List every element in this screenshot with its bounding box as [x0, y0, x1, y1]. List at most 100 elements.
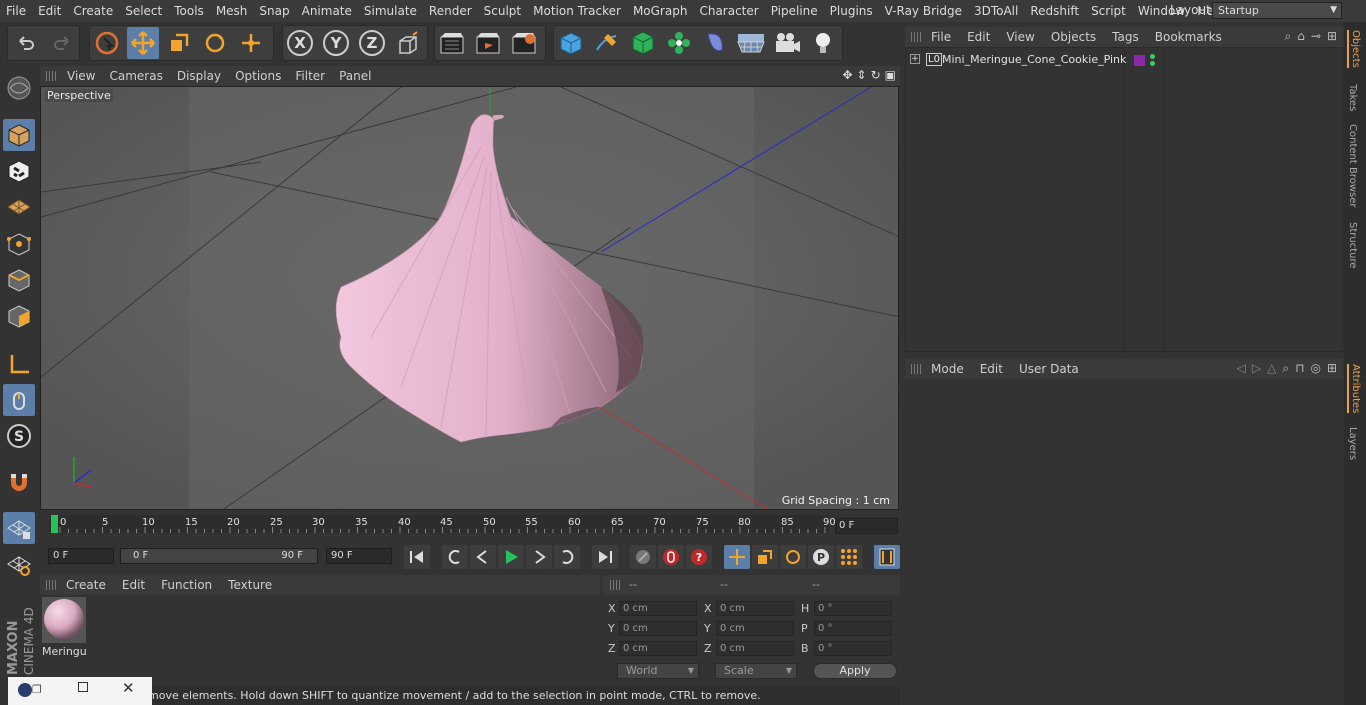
rotate-icon[interactable] — [199, 27, 231, 59]
scale-icon[interactable] — [163, 27, 195, 59]
key-parameter-icon[interactable]: P — [808, 545, 834, 569]
rot-h-field[interactable]: 0 ° — [814, 601, 892, 616]
attributes-menu-edit[interactable]: Edit — [972, 362, 1011, 376]
preview-range-slider[interactable]: 0 F 90 F — [120, 548, 318, 564]
object-row[interactable]: + L0 Mini_Meringue_Cone_Cookie_Pink — [910, 53, 1340, 69]
menu-snap[interactable]: Snap — [253, 0, 295, 22]
home-icon[interactable]: ⌂ — [1297, 29, 1305, 44]
key-scale-icon[interactable] — [752, 545, 778, 569]
key-position-icon[interactable] — [724, 545, 750, 569]
tab-structure[interactable]: Structure — [1347, 222, 1358, 269]
rot-p-field[interactable]: 0 ° — [814, 621, 892, 636]
search-icon[interactable]: ⌕ — [1282, 361, 1289, 376]
menu-script[interactable]: Script — [1085, 0, 1132, 22]
cube-icon[interactable] — [555, 27, 587, 59]
menu-sculpt[interactable]: Sculpt — [478, 0, 527, 22]
link-icon[interactable]: ⊸ — [1311, 29, 1321, 44]
lock-icon[interactable]: ⊓ — [1295, 361, 1304, 376]
objects-menu-edit[interactable]: Edit — [959, 30, 998, 44]
previous-frame-icon[interactable] — [470, 545, 496, 569]
undo-icon[interactable] — [10, 27, 42, 59]
orbit-icon[interactable]: ↻ — [871, 68, 881, 82]
grip-icon[interactable] — [911, 32, 921, 42]
menu-plugins[interactable]: Plugins — [824, 0, 879, 22]
layout-dropdown[interactable]: Startup ▼ — [1212, 2, 1342, 19]
menu-tools[interactable]: Tools — [168, 0, 210, 22]
menu-mesh[interactable]: Mesh — [210, 0, 254, 22]
viewport-menu-display[interactable]: Display — [170, 69, 228, 83]
menu-pipeline[interactable]: Pipeline — [765, 0, 824, 22]
workplane-icon[interactable] — [3, 191, 35, 223]
menu-animate[interactable]: Animate — [296, 0, 358, 22]
autokey-icon[interactable] — [658, 545, 684, 569]
objects-menu-objects[interactable]: Objects — [1043, 30, 1104, 44]
menu-render[interactable]: Render — [423, 0, 478, 22]
grip-icon[interactable] — [911, 364, 921, 374]
x-axis-lock-icon[interactable]: X — [284, 27, 316, 59]
record-disabled-icon[interactable] — [630, 545, 656, 569]
size-x-field[interactable]: 0 cm — [716, 601, 794, 616]
visibility-render-dot[interactable] — [1150, 61, 1155, 66]
workplane-lock-icon[interactable] — [3, 512, 35, 544]
objects-menu-view[interactable]: View — [998, 30, 1042, 44]
enable-axis-icon[interactable] — [3, 348, 35, 380]
maximize-icon[interactable] — [78, 682, 88, 692]
z-axis-lock-icon[interactable]: Z — [356, 27, 388, 59]
redo-icon[interactable] — [46, 27, 78, 59]
edge-mode-icon[interactable] — [3, 264, 35, 296]
size-mode-dropdown[interactable]: Scale ▼ — [715, 663, 797, 679]
pos-x-field[interactable]: 0 cm — [619, 601, 697, 616]
render-view-icon[interactable] — [436, 27, 468, 59]
new-window-icon[interactable]: ⊞ — [1327, 29, 1337, 44]
subdivision-surface-icon[interactable] — [627, 27, 659, 59]
grip-icon[interactable] — [46, 580, 56, 590]
tab-layers[interactable]: Layers — [1347, 427, 1358, 460]
material-menu-edit[interactable]: Edit — [114, 578, 153, 592]
model-mode-icon[interactable] — [3, 119, 35, 151]
light-icon[interactable] — [807, 27, 839, 59]
menu-mograph[interactable]: MoGraph — [627, 0, 694, 22]
tab-takes[interactable]: Takes — [1347, 84, 1358, 111]
tab-content-browser[interactable]: Content Browser — [1347, 124, 1358, 207]
timeline-window-icon[interactable] — [874, 545, 900, 569]
viewport-menu-view[interactable]: View — [60, 69, 102, 83]
pos-y-field[interactable]: 0 cm — [619, 621, 697, 636]
floor-icon[interactable] — [735, 27, 767, 59]
material-item[interactable]: Meringu — [42, 597, 86, 658]
new-window-icon[interactable]: ⊞ — [1327, 361, 1337, 376]
viewport-camera-label[interactable]: Perspective — [45, 89, 113, 102]
keyframe-selection-icon[interactable]: ? — [686, 545, 712, 569]
zoom-icon[interactable]: ⇕ — [857, 68, 867, 82]
pan-icon[interactable]: ✥ — [842, 68, 852, 82]
attributes-menu-user-data[interactable]: User Data — [1011, 362, 1087, 376]
material-menu-create[interactable]: Create — [58, 578, 114, 592]
coordinate-space-dropdown[interactable]: World ▼ — [617, 663, 699, 679]
viewport-menu-panel[interactable]: Panel — [332, 69, 378, 83]
material-menu-texture[interactable]: Texture — [220, 578, 280, 592]
expand-icon[interactable]: + — [910, 54, 920, 64]
viewport-3d[interactable]: Perspective Grid Spacing : 1 cm — [40, 86, 899, 510]
make-editable-icon[interactable] — [3, 72, 35, 104]
menu-edit[interactable]: Edit — [32, 0, 67, 22]
texture-mode-icon[interactable] — [3, 155, 35, 187]
play-icon[interactable] — [498, 545, 524, 569]
maximize-view-icon[interactable]: ▣ — [885, 68, 896, 82]
menu-character[interactable]: Character — [693, 0, 764, 22]
menu-file[interactable]: File — [0, 0, 32, 22]
go-to-end-icon[interactable] — [592, 545, 618, 569]
material-tag-icon[interactable] — [1134, 55, 1145, 66]
tab-objects[interactable]: Objects — [1347, 30, 1361, 68]
next-keyframe-icon[interactable] — [554, 545, 580, 569]
timeline-ruler[interactable]: 0 5 10 15 20 25 30 35 40 45 50 55 60 65 … — [49, 515, 836, 533]
apply-button[interactable]: Apply — [813, 663, 897, 679]
viewport-menu-filter[interactable]: Filter — [288, 69, 332, 83]
viewport-menu-cameras[interactable]: Cameras — [102, 69, 169, 83]
solo-icon[interactable]: S — [3, 420, 35, 452]
close-icon[interactable]: ✕ — [122, 679, 135, 697]
size-z-field[interactable]: 0 cm — [716, 641, 794, 656]
menu-select[interactable]: Select — [119, 0, 168, 22]
key-rotation-icon[interactable] — [780, 545, 806, 569]
menu-motion-tracker[interactable]: Motion Tracker — [527, 0, 627, 22]
camera-icon[interactable] — [771, 27, 803, 59]
previous-keyframe-icon[interactable] — [442, 545, 468, 569]
